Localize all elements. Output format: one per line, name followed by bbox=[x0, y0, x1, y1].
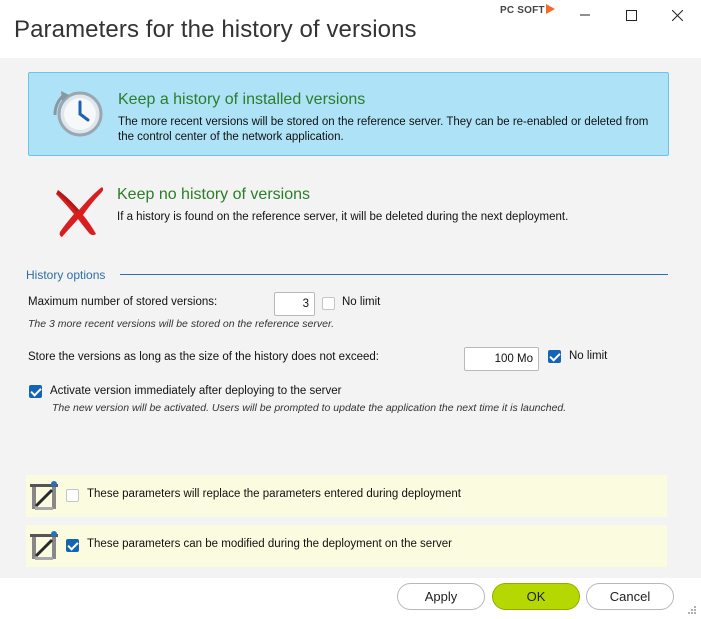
option-no-history[interactable]: Keep no history of versions If a history… bbox=[28, 170, 669, 242]
replace-params-label: These parameters will replace the parame… bbox=[87, 488, 461, 500]
button-bar: Apply OK Cancel bbox=[0, 578, 701, 619]
no-history-title: Keep no history of versions bbox=[117, 186, 310, 203]
max-versions-input[interactable]: 3 bbox=[274, 292, 315, 316]
replace-params-checkbox[interactable] bbox=[66, 489, 79, 502]
ok-button[interactable]: OK bbox=[492, 583, 580, 610]
resize-grip-icon[interactable] bbox=[687, 605, 697, 615]
max-size-label: Store the versions as long as the size o… bbox=[28, 351, 379, 363]
window-title: Parameters for the history of versions bbox=[14, 16, 417, 43]
max-size-no-limit-checkbox[interactable] bbox=[548, 350, 561, 363]
maximize-button[interactable] bbox=[608, 2, 654, 28]
minimize-icon bbox=[580, 14, 590, 16]
history-clock-icon bbox=[53, 91, 103, 137]
modifiable-params-label: These parameters can be modified during … bbox=[87, 538, 453, 550]
pcsoft-logo: PC SOFT bbox=[500, 4, 555, 16]
parameters-tool-icon bbox=[30, 481, 58, 510]
max-versions-no-limit-checkbox[interactable] bbox=[322, 297, 335, 310]
max-versions-hint: The 3 more recent versions will be store… bbox=[28, 318, 335, 330]
option-keep-history[interactable]: Keep a history of installed versions The… bbox=[28, 72, 669, 156]
group-divider bbox=[120, 274, 668, 275]
close-button[interactable] bbox=[654, 2, 700, 28]
cancel-button[interactable]: Cancel bbox=[586, 583, 674, 610]
activate-label: Activate version immediately after deplo… bbox=[50, 385, 342, 397]
close-icon bbox=[671, 9, 683, 21]
modifiable-params-checkbox[interactable] bbox=[66, 539, 79, 552]
parameters-tool-icon bbox=[30, 531, 58, 560]
replace-params-note: These parameters will replace the parame… bbox=[26, 475, 667, 517]
modifiable-params-note: These parameters can be modified during … bbox=[26, 525, 667, 567]
logo-triangle-icon bbox=[545, 4, 555, 14]
max-versions-label: Maximum number of stored versions: bbox=[28, 296, 218, 308]
dialog-content: Keep a history of installed versions The… bbox=[0, 58, 701, 578]
maximize-icon bbox=[625, 9, 637, 21]
history-options-label: History options bbox=[26, 268, 106, 282]
apply-button[interactable]: Apply bbox=[397, 583, 485, 610]
keep-history-desc: The more recent versions will be stored … bbox=[118, 116, 649, 143]
activate-hint: The new version will be activated. Users… bbox=[52, 402, 567, 414]
keep-history-title: Keep a history of installed versions bbox=[118, 91, 366, 108]
logo-text: PC SOFT bbox=[500, 5, 545, 16]
max-versions-no-limit-label: No limit bbox=[342, 296, 381, 308]
red-x-icon bbox=[56, 187, 104, 237]
max-size-no-limit-label: No limit bbox=[569, 350, 608, 362]
minimize-button[interactable] bbox=[562, 2, 608, 28]
no-history-desc: If a history is found on the reference s… bbox=[117, 211, 569, 223]
activate-checkbox[interactable] bbox=[29, 385, 42, 398]
max-size-input[interactable]: 100 Mo bbox=[464, 347, 539, 371]
title-bar: Parameters for the history of versions P… bbox=[0, 0, 701, 58]
